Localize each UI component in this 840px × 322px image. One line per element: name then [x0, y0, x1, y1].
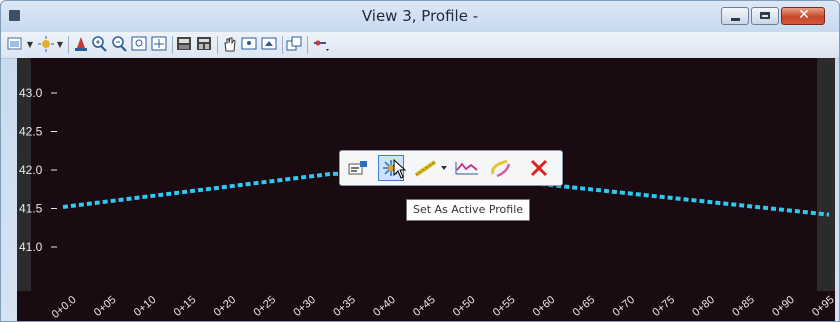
- pan-icon[interactable]: [221, 35, 239, 53]
- x-axis-tick-label: 0+65: [571, 294, 598, 319]
- view-next-icon[interactable]: [241, 35, 259, 53]
- toolbar-separator: [68, 36, 69, 54]
- view-display-icon[interactable]: [37, 35, 55, 53]
- measure-icon[interactable]: [413, 155, 449, 181]
- view-copy-icon[interactable]: [261, 35, 279, 53]
- x-axis-tick-label: 0+05: [92, 294, 119, 319]
- x-axis-strip: 0+0.0 0+05 0+10 0+15 0+20 0+25 0+30 0+35 0+40 0+4…: [17, 291, 837, 321]
- x-axis-tick-label: 0+55: [491, 294, 518, 319]
- toolbar-separator: [172, 36, 173, 54]
- x-axis-tick-label: 0+35: [331, 294, 358, 319]
- mouse-cursor-icon: [393, 159, 407, 179]
- y-axis-tick-label: 43.0: [19, 86, 43, 100]
- x-axis-tick-label: 0+80: [690, 294, 717, 319]
- zoom-out-icon[interactable]: [111, 35, 129, 53]
- x-axis-tick-label: 0+60: [531, 294, 558, 319]
- delete-icon[interactable]: [526, 155, 552, 181]
- x-axis-tick-label: 0+0.0: [50, 294, 79, 321]
- chart-icon[interactable]: [452, 155, 482, 181]
- save-view-icon[interactable]: [176, 35, 194, 53]
- title-bar[interactable]: View 3, Profile - ✕: [1, 1, 839, 31]
- maximize-button[interactable]: [751, 7, 779, 25]
- tooltip: Set As Active Profile: [406, 199, 531, 221]
- x-axis-tick-label: 0+30: [291, 294, 318, 319]
- y-axis-tick-label: 42.5: [19, 125, 43, 139]
- profile-context-toolbar: [339, 150, 563, 186]
- x-axis-tick-label: 0+40: [371, 294, 398, 319]
- minimize-icon: [731, 18, 740, 21]
- window-area-icon[interactable]: [131, 35, 149, 53]
- x-axis-tick-label: 0+45: [411, 294, 438, 319]
- view-toolbar: ▼ ▼: [1, 32, 839, 59]
- view-attributes-icon[interactable]: [7, 35, 25, 53]
- x-axis-tick-label: 0+95: [810, 294, 835, 319]
- y-axis-tick-label: 42.0: [19, 163, 43, 177]
- zoom-in-icon[interactable]: [91, 35, 109, 53]
- x-axis-svg: 0+0.0 0+05 0+10 0+15 0+20 0+25 0+30 0+35 0+40 0+4…: [50, 294, 837, 321]
- toolbar-separator: [307, 36, 308, 54]
- x-axis-tick-label: 0+15: [172, 294, 199, 319]
- profile-properties-icon[interactable]: [345, 155, 371, 181]
- y-axis-tick-label: 41.5: [19, 202, 43, 216]
- minimize-button[interactable]: [721, 7, 749, 25]
- close-icon: ✕: [798, 7, 810, 23]
- copy-view-icon[interactable]: [286, 35, 304, 53]
- toolbar-separator: [217, 36, 218, 54]
- fit-view-icon[interactable]: [151, 35, 169, 53]
- y-axis-tick-label: 41.0: [19, 240, 43, 254]
- x-axis-tick-label: 0+50: [451, 294, 478, 319]
- x-axis-tick-label: 0+85: [730, 294, 757, 319]
- x-axis-tick-label: 0+25: [251, 294, 278, 319]
- view-previous-icon[interactable]: [196, 35, 214, 53]
- x-axis-tick-label: 0+20: [212, 294, 239, 319]
- x-axis-tick-label: 0+75: [650, 294, 677, 319]
- x-axis-tick-label: 0+70: [610, 294, 637, 319]
- x-axis-tick-label: 0+10: [132, 294, 159, 319]
- x-axis-tick-label: 0+90: [770, 294, 797, 319]
- toolbar-separator: [282, 36, 283, 54]
- view-display-dropdown-icon[interactable]: ▼: [55, 35, 65, 53]
- maximize-icon: [760, 12, 770, 19]
- close-button[interactable]: ✕: [781, 7, 825, 25]
- plot-right-gutter: [817, 58, 835, 291]
- profile-tools-icon[interactable]: [312, 35, 330, 53]
- view-attributes-dropdown-icon[interactable]: ▼: [25, 35, 35, 53]
- update-icon[interactable]: [72, 35, 90, 53]
- link-icon[interactable]: [486, 155, 516, 181]
- window-title: View 3, Profile -: [361, 7, 479, 25]
